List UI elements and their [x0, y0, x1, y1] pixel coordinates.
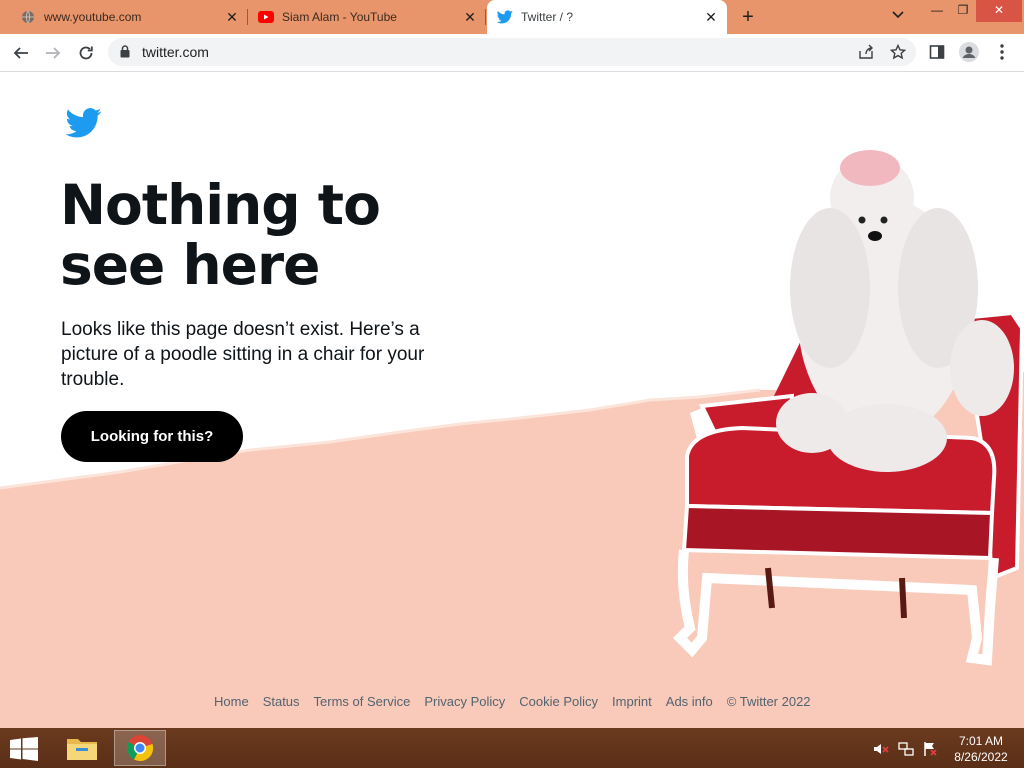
side-panel-icon[interactable]: [925, 40, 949, 64]
browser-toolbar: twitter.com: [0, 34, 1024, 72]
page-description: Looks like this page doesn’t exist. Here…: [61, 319, 425, 390]
footer-link-ads-info[interactable]: Ads info: [666, 694, 713, 709]
back-button[interactable]: [8, 40, 34, 66]
tab-siam-alam[interactable]: Siam Alam - YouTube ✕: [248, 0, 486, 34]
menu-kebab-icon[interactable]: [990, 40, 1014, 64]
url-text[interactable]: twitter.com: [142, 44, 209, 60]
forward-button[interactable]: [40, 40, 66, 66]
footer-link-cookie[interactable]: Cookie Policy: [519, 694, 598, 709]
twitter-logo-icon[interactable]: [65, 108, 102, 143]
close-tab-icon[interactable]: ✕: [703, 9, 719, 25]
new-tab-button[interactable]: +: [736, 5, 760, 29]
footer-link-status[interactable]: Status: [263, 694, 300, 709]
tab-twitter[interactable]: Twitter / ? ✕: [487, 0, 727, 34]
footer-link-imprint[interactable]: Imprint: [612, 694, 652, 709]
file-explorer-icon[interactable]: [56, 730, 108, 766]
clock-date: 8/26/2022: [954, 750, 1008, 764]
tab-title: Twitter / ?: [521, 10, 574, 24]
twitter-icon: [497, 9, 513, 25]
chrome-icon[interactable]: [114, 730, 166, 766]
share-icon[interactable]: [858, 44, 874, 60]
profile-avatar-icon[interactable]: [957, 40, 981, 64]
youtube-icon: [258, 9, 274, 25]
close-tab-icon[interactable]: ✕: [462, 9, 478, 25]
footer-link-terms[interactable]: Terms of Service: [314, 694, 411, 709]
close-tab-icon[interactable]: ✕: [224, 9, 240, 25]
footer-link-home[interactable]: Home: [214, 694, 249, 709]
action-center-flag-icon[interactable]: [922, 741, 938, 757]
lock-icon[interactable]: [120, 45, 130, 63]
tab-strip: www.youtube.com ✕ Siam Alam - YouTube ✕ …: [0, 0, 1024, 34]
restore-button[interactable]: ❐: [948, 0, 978, 22]
looking-for-this-button[interactable]: Looking for this?: [61, 411, 243, 462]
footer-copyright: © Twitter 2022: [726, 694, 811, 709]
window-close-button[interactable]: ✕: [976, 0, 1022, 22]
reload-button[interactable]: [73, 40, 99, 66]
globe-icon: [20, 9, 36, 25]
headline-line: Nothing to: [60, 173, 381, 237]
network-icon[interactable]: [898, 741, 914, 757]
footer-nav: Home Status Terms of Service Privacy Pol…: [214, 694, 825, 709]
tab-title: www.youtube.com: [44, 10, 142, 24]
volume-muted-icon[interactable]: [873, 741, 889, 757]
headline-line: see here: [60, 233, 320, 297]
twitter-404-page: Nothing to see here Looks like this page…: [0, 72, 1024, 728]
address-bar[interactable]: twitter.com: [108, 38, 916, 66]
tab-search-chevron-icon[interactable]: [888, 8, 908, 26]
page-title: Nothing to see here: [60, 175, 480, 295]
bookmark-star-icon[interactable]: [890, 44, 906, 60]
tab-youtube-home[interactable]: www.youtube.com ✕: [0, 0, 248, 34]
system-clock[interactable]: 7:01 AM 8/26/2022: [948, 733, 1014, 765]
clock-time: 7:01 AM: [958, 734, 1004, 748]
windows-start-icon[interactable]: [10, 737, 38, 766]
tab-title: Siam Alam - YouTube: [282, 10, 397, 24]
footer-link-privacy[interactable]: Privacy Policy: [424, 694, 505, 709]
poodle-in-chair-image: [672, 150, 1024, 666]
windows-taskbar: 7:01 AM 8/26/2022: [0, 728, 1024, 768]
